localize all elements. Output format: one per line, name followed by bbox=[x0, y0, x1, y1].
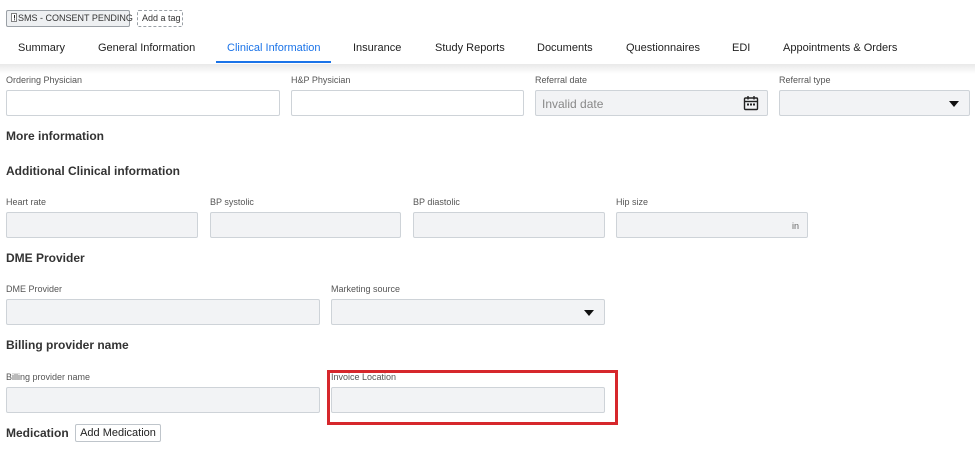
tab-general-information[interactable]: General Information bbox=[98, 42, 195, 54]
referral-date-input[interactable]: Invalid date bbox=[535, 90, 768, 116]
tab-questionnaires[interactable]: Questionnaires bbox=[626, 42, 700, 54]
tab-study-reports[interactable]: Study Reports bbox=[435, 42, 505, 54]
referral-type-select[interactable] bbox=[779, 90, 970, 116]
chevron-down-icon bbox=[584, 310, 594, 316]
referral-date-value: Invalid date bbox=[542, 97, 604, 111]
hip-size-label: Hip size bbox=[616, 197, 649, 207]
billing-provider-input[interactable] bbox=[6, 387, 320, 413]
tab-edi[interactable]: EDI bbox=[732, 42, 750, 54]
bp-diastolic-label: BP diastolic bbox=[413, 197, 460, 207]
dme-provider-label: DME Provider bbox=[6, 284, 63, 294]
heart-rate-input[interactable] bbox=[6, 212, 198, 238]
dme-provider-heading: DME Provider bbox=[6, 251, 85, 265]
tab-documents[interactable]: Documents bbox=[537, 42, 593, 54]
invoice-location-highlight bbox=[327, 370, 618, 425]
add-medication-button[interactable]: Add Medication bbox=[75, 424, 161, 442]
bp-diastolic-input[interactable] bbox=[413, 212, 605, 238]
tabs-divider bbox=[0, 64, 975, 74]
bp-systolic-input[interactable] bbox=[210, 212, 401, 238]
hp-physician-input[interactable] bbox=[291, 90, 524, 116]
billing-provider-heading: Billing provider name bbox=[6, 338, 129, 352]
bp-systolic-label: BP systolic bbox=[210, 197, 254, 207]
active-tab-indicator bbox=[216, 61, 331, 63]
tag-icon bbox=[11, 13, 17, 22]
tab-appointments-orders[interactable]: Appointments & Orders bbox=[783, 42, 897, 54]
tab-insurance[interactable]: Insurance bbox=[353, 42, 401, 54]
marketing-source-select[interactable] bbox=[331, 299, 605, 325]
heart-rate-label: Heart rate bbox=[6, 197, 47, 207]
more-information-heading: More information bbox=[6, 129, 104, 143]
medication-heading: Medication bbox=[6, 426, 69, 440]
hp-physician-label: H&P Physician bbox=[291, 75, 351, 85]
sms-consent-label: SMS - CONSENT PENDING bbox=[18, 13, 133, 23]
dme-provider-input[interactable] bbox=[6, 299, 320, 325]
ordering-physician-input[interactable] bbox=[6, 90, 280, 116]
hip-size-input[interactable]: in bbox=[616, 212, 808, 238]
referral-type-label: Referral type bbox=[779, 75, 831, 85]
calendar-icon[interactable] bbox=[743, 95, 759, 111]
add-tag-button[interactable]: Add a tag bbox=[137, 10, 183, 27]
chevron-down-icon bbox=[949, 101, 959, 107]
tab-clinical-information[interactable]: Clinical Information bbox=[227, 42, 321, 54]
billing-provider-label: Billing provider name bbox=[6, 372, 91, 382]
tab-summary[interactable]: Summary bbox=[18, 42, 65, 54]
referral-date-label: Referral date bbox=[535, 75, 588, 85]
marketing-source-label: Marketing source bbox=[331, 284, 401, 294]
hip-size-unit: in bbox=[791, 221, 799, 231]
additional-clinical-heading: Additional Clinical information bbox=[6, 164, 180, 178]
sms-consent-tag[interactable]: SMS - CONSENT PENDING bbox=[6, 10, 133, 27]
ordering-physician-label: Ordering Physician bbox=[6, 75, 83, 85]
